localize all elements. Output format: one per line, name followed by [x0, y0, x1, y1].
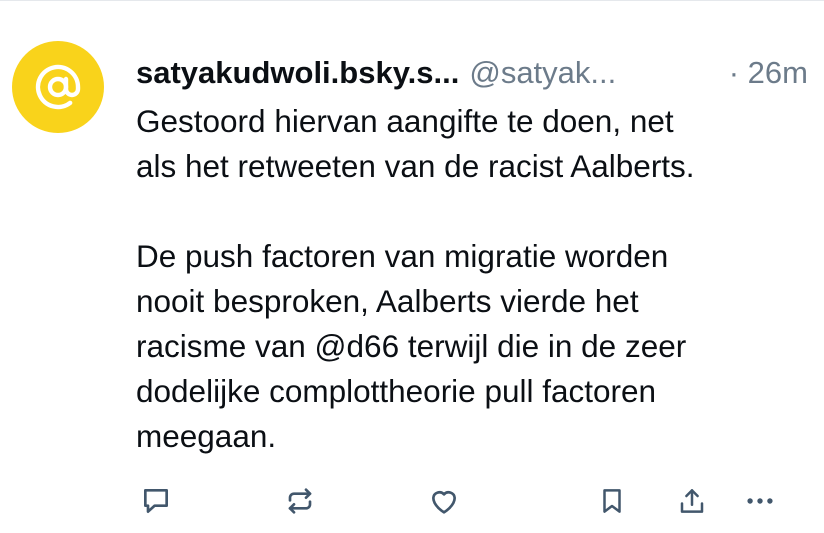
post-text-line: Gestoord hiervan aangifte te doen, net [136, 103, 674, 139]
bookmark-icon [603, 489, 621, 513]
reply-button[interactable] [134, 479, 178, 523]
share-button[interactable] [670, 479, 714, 523]
post-card[interactable]: satyakudwoli.bsky.s... @satyak... · 26m … [0, 0, 824, 533]
display-name[interactable]: satyakudwoli.bsky.s... [136, 51, 459, 95]
post-text-line: dodelijke complottheorie pull factoren [136, 373, 657, 409]
more-options-icon [747, 498, 773, 504]
repost-icon [288, 488, 312, 514]
post-text-line: De push factoren van migratie worden [136, 238, 669, 274]
like-button[interactable] [422, 479, 466, 523]
handle[interactable]: @satyak... [469, 51, 616, 95]
like-icon [432, 491, 456, 514]
at-sign-icon [35, 64, 81, 110]
more-options-button[interactable] [738, 479, 782, 523]
bookmark-button[interactable] [590, 479, 634, 523]
post-text: Gestoord hiervan aangifte te doen, net a… [136, 99, 816, 459]
timestamp[interactable]: · 26m [729, 51, 808, 95]
post-header: satyakudwoli.bsky.s... @satyak... · 26m [136, 51, 808, 95]
reply-icon [144, 489, 168, 513]
post-text-line: nooit besproken, Aalberts vierde het [136, 283, 639, 319]
share-icon [680, 489, 704, 513]
post-actions [136, 479, 808, 523]
post-text-line: meegaan. [136, 418, 277, 454]
avatar[interactable] [12, 41, 104, 133]
repost-button[interactable] [278, 479, 322, 523]
post-text-line: racisme van @d66 terwijl die in de zeer [136, 328, 687, 364]
post-text-line: als het retweeten van de racist Aalberts… [136, 148, 695, 184]
